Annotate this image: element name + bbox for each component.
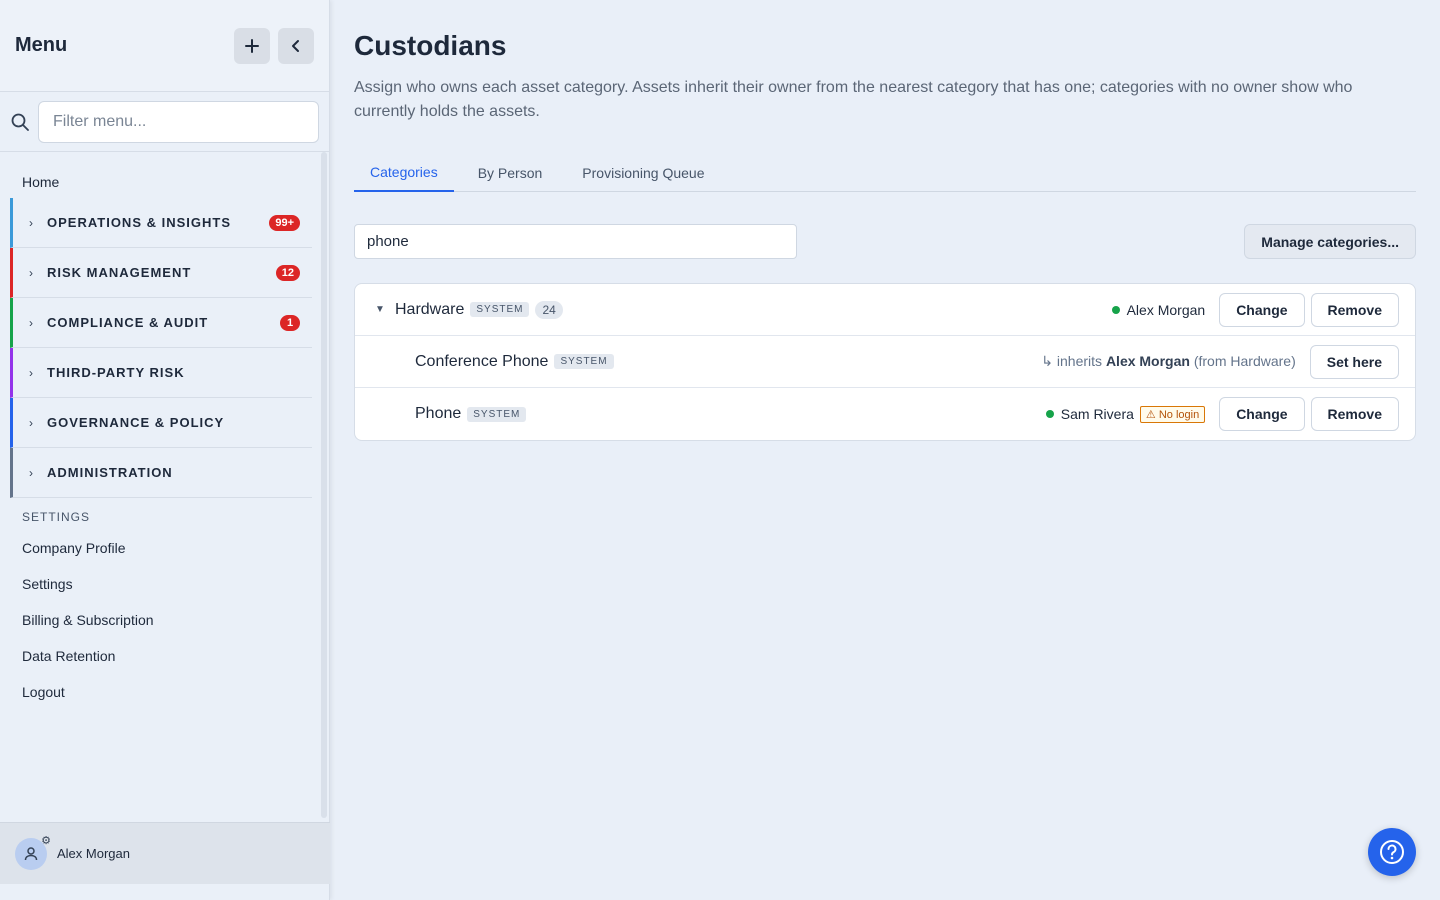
owner: Alex Morgan	[1111, 301, 1206, 318]
user-profile-bar[interactable]: ⚙ Alex Morgan	[0, 822, 330, 884]
sidebar-group-label: RISK MANAGEMENT	[47, 265, 192, 280]
table-row: ▼ Hardware SYSTEM 24 Alex Morgan Change …	[355, 284, 1415, 336]
sidebar-item-company-profile[interactable]: Company Profile	[0, 530, 329, 566]
sidebar-group-label: ADMINISTRATION	[47, 465, 173, 480]
count-badge: 12	[275, 264, 300, 281]
sidebar-group-risk-management[interactable]: › RISK MANAGEMENT 12	[10, 248, 312, 298]
tab-bar: Categories By Person Provisioning Queue	[354, 154, 1416, 192]
filter-menu-input[interactable]	[38, 100, 319, 143]
sidebar-group-label: OPERATIONS & INSIGHTS	[47, 215, 231, 230]
inherited-owner: Alex Morgan	[1105, 353, 1190, 369]
sidebar-header: Menu	[0, 0, 329, 92]
owner: Sam Rivera	[1045, 406, 1134, 422]
page-description: Assign who owns each asset category. Ass…	[354, 79, 1353, 120]
set-here-button[interactable]: Set here	[1309, 344, 1399, 379]
user-icon	[24, 846, 38, 860]
chevron-right-icon: ›	[29, 315, 33, 330]
sidebar: Menu Home › OPERATIONS & INSIGHTS 99+ › RISK…	[0, 0, 330, 900]
system-tag: SYSTEM	[554, 354, 614, 369]
gear-icon: ⚙	[41, 834, 51, 847]
sidebar-item-settings[interactable]: Settings	[0, 566, 329, 602]
page-title: Custodians	[354, 30, 507, 61]
plus-icon	[245, 38, 259, 53]
toolbar: Manage categories...	[354, 224, 1416, 259]
asset-count-badge: 24	[535, 300, 563, 319]
tab-by-person[interactable]: By Person	[462, 154, 559, 191]
change-button[interactable]: Change	[1219, 292, 1305, 327]
main-content: Custodians Assign who owns each asset ca…	[354, 0, 1416, 441]
avatar: ⚙	[15, 835, 51, 870]
categories-table: ▼ Hardware SYSTEM 24 Alex Morgan Change …	[354, 283, 1416, 441]
sidebar-nav: Home › OPERATIONS & INSIGHTS 99+ › RISK MANA…	[0, 152, 329, 710]
system-tag: SYSTEM	[467, 406, 527, 422]
change-button[interactable]: Change	[1219, 397, 1305, 431]
chevron-right-icon: ›	[29, 365, 33, 380]
tab-categories[interactable]: Categories	[354, 154, 454, 192]
sidebar-group-governance-policy[interactable]: › GOVERNANCE & POLICY	[10, 398, 312, 448]
category-name: Phone	[415, 405, 462, 422]
sidebar-item-logout[interactable]: Logout	[0, 674, 329, 710]
chevron-left-icon	[292, 39, 299, 52]
user-name: Alex Morgan	[57, 846, 130, 861]
search-icon	[10, 112, 30, 132]
sidebar-filter	[0, 92, 329, 152]
status-dot-icon	[1045, 410, 1054, 418]
chevron-right-icon: ›	[29, 465, 33, 480]
sidebar-group-label: GOVERNANCE & POLICY	[47, 415, 225, 430]
system-tag: SYSTEM	[470, 302, 530, 317]
sidebar-item-data-retention[interactable]: Data Retention	[0, 638, 329, 674]
help-button[interactable]	[1368, 828, 1416, 876]
sidebar-title: Menu	[15, 34, 68, 56]
chevron-right-icon: ›	[29, 215, 33, 230]
chevron-right-icon: ›	[29, 415, 33, 430]
remove-button[interactable]: Remove	[1310, 292, 1399, 327]
settings-heading: SETTINGS	[22, 510, 91, 524]
category-name: Hardware	[395, 300, 465, 318]
sidebar-group-label: THIRD-PARTY RISK	[47, 365, 185, 380]
owner-name: Alex Morgan	[1126, 301, 1206, 318]
manage-categories-button[interactable]: Manage categories...	[1244, 224, 1416, 259]
sidebar-group-administration[interactable]: › ADMINISTRATION	[10, 448, 312, 498]
table-row: Phone SYSTEM Sam Rivera ⚠ No login Chang…	[355, 388, 1415, 440]
chevron-right-icon: ›	[29, 265, 33, 280]
sidebar-group-compliance-audit[interactable]: › COMPLIANCE & AUDIT 1	[10, 298, 312, 348]
count-badge: 99+	[269, 214, 300, 231]
sidebar-group-third-party-risk[interactable]: › THIRD-PARTY RISK	[10, 348, 312, 398]
question-circle-icon	[1380, 840, 1404, 864]
sidebar-item-home[interactable]: Home	[0, 166, 329, 198]
sidebar-group-label: COMPLIANCE & AUDIT	[47, 315, 209, 330]
tab-provisioning-queue[interactable]: Provisioning Queue	[566, 154, 720, 191]
category-search-input[interactable]	[354, 224, 797, 259]
count-badge: 1	[280, 314, 300, 331]
owner-name: Sam Rivera	[1060, 406, 1134, 422]
collapse-sidebar-button[interactable]	[278, 27, 314, 64]
table-row: Conference Phone SYSTEM ↳ inherits Alex …	[355, 336, 1415, 388]
category-name: Conference Phone	[415, 352, 549, 370]
caret-down-icon[interactable]: ▼	[371, 304, 395, 315]
inherits-note: ↳ inherits Alex Morgan (from Hardware)	[1041, 353, 1296, 369]
sidebar-item-billing-subscription[interactable]: Billing & Subscription	[0, 602, 329, 638]
remove-button[interactable]: Remove	[1310, 397, 1399, 431]
status-dot-icon	[1111, 305, 1120, 314]
no-login-badge: ⚠ No login	[1139, 405, 1206, 423]
add-button[interactable]	[234, 27, 270, 64]
sidebar-group-operations-insights[interactable]: › OPERATIONS & INSIGHTS 99+	[10, 198, 312, 248]
